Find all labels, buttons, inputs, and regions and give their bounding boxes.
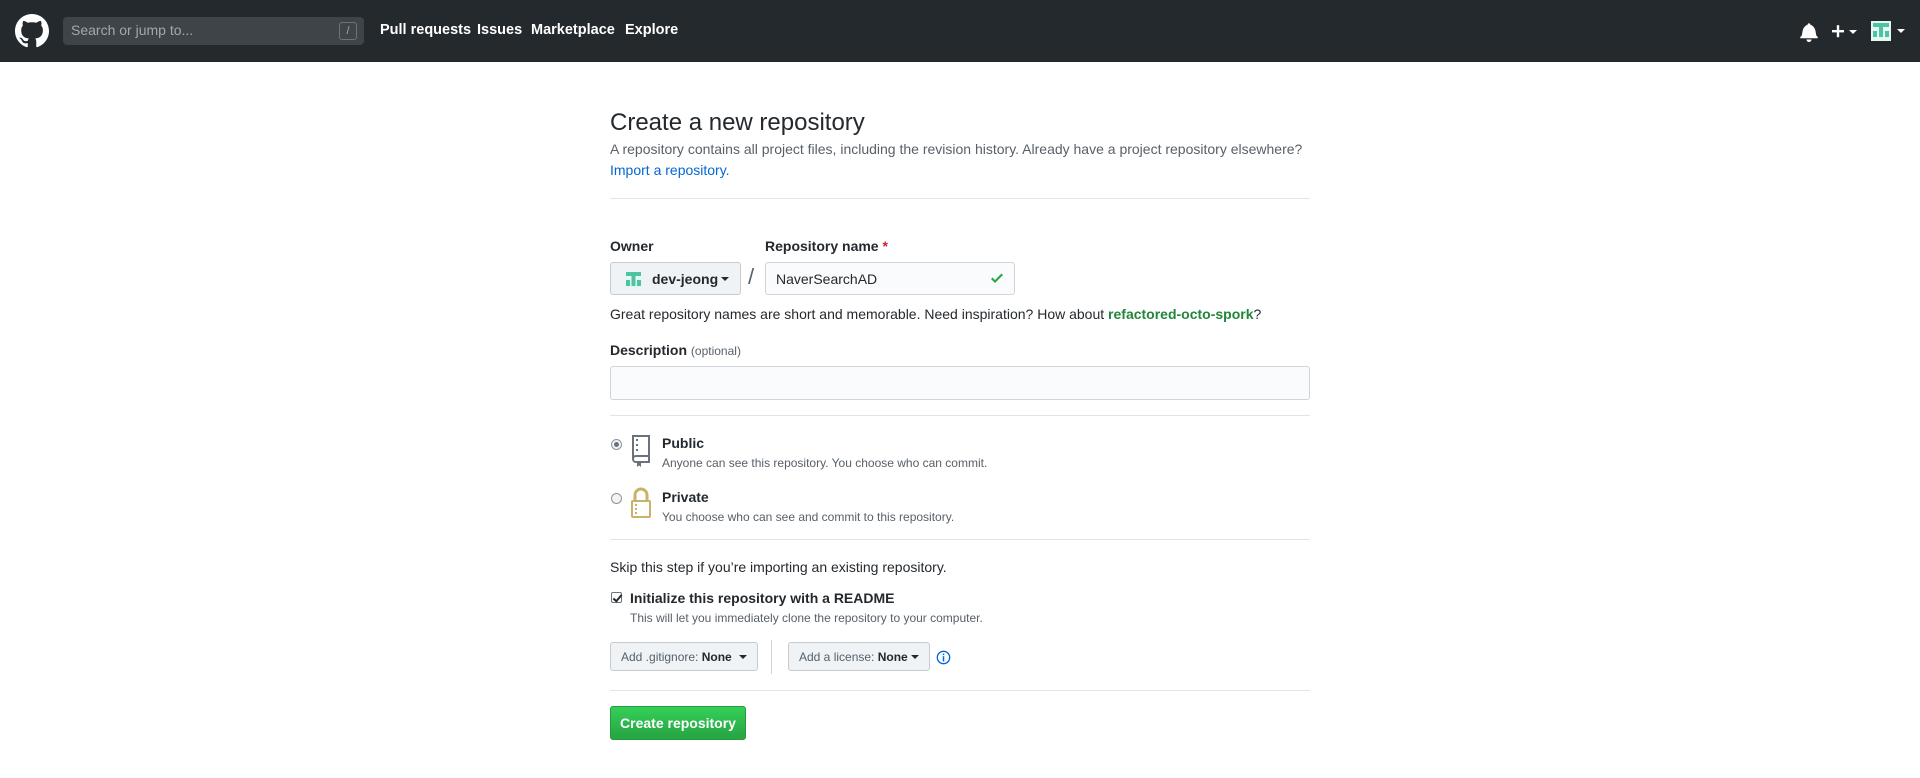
public-option-title: Public bbox=[662, 435, 705, 451]
page-subtitle: A repository contains all project files,… bbox=[610, 141, 1303, 157]
repo-name-label-text: Repository name bbox=[765, 238, 879, 254]
divider bbox=[610, 198, 1310, 199]
gitignore-select-label: Add .gitignore: bbox=[621, 650, 699, 664]
nav-marketplace[interactable]: Marketplace bbox=[531, 22, 615, 38]
public-option-description: Anyone can see this repository. You choo… bbox=[662, 456, 988, 470]
readme-description: This will let you immediately clone the … bbox=[630, 611, 983, 625]
license-select[interactable]: Add a license: None bbox=[788, 642, 930, 671]
required-mark: * bbox=[882, 238, 888, 254]
optional-tag: (optional) bbox=[690, 344, 741, 358]
hint-text: Great repository names are short and mem… bbox=[610, 306, 1109, 322]
skip-step-text: Skip this step if you’re importing an ex… bbox=[610, 559, 947, 575]
description-label: Description (optional) bbox=[610, 342, 741, 358]
search-placeholder: Search or jump to... bbox=[71, 22, 194, 38]
license-select-value: None bbox=[877, 650, 908, 664]
search-shortcut-key: / bbox=[339, 22, 357, 40]
description-label-text: Description bbox=[610, 342, 688, 358]
check-icon bbox=[991, 273, 1003, 283]
owner-select[interactable]: dev-jeong bbox=[610, 262, 741, 295]
owner-repo-separator: / bbox=[748, 264, 755, 289]
private-option-title: Private bbox=[662, 489, 709, 505]
repo-name-label: Repository name * bbox=[765, 238, 888, 254]
description-input[interactable] bbox=[610, 366, 1310, 400]
owner-label: Owner bbox=[610, 238, 654, 254]
repository-name-input[interactable] bbox=[765, 262, 1015, 295]
search-input[interactable]: Search or jump to... / bbox=[63, 17, 364, 45]
license-select-label: Add a license: bbox=[799, 650, 875, 664]
name-suggestion-hint: Great repository names are short and mem… bbox=[610, 306, 1261, 322]
divider bbox=[610, 539, 1310, 540]
divider bbox=[610, 690, 1310, 691]
page-title: Create a new repository bbox=[610, 109, 865, 136]
nav-explore[interactable]: Explore bbox=[625, 22, 678, 38]
private-option-description: You choose who can see and commit to thi… bbox=[662, 510, 955, 524]
public-radio[interactable] bbox=[611, 439, 622, 450]
suggested-name-link[interactable]: refactored-octo-spork bbox=[1108, 306, 1253, 322]
plus-icon[interactable] bbox=[1830, 22, 1860, 42]
chevron-down-icon bbox=[721, 277, 729, 281]
select-separator bbox=[771, 640, 772, 674]
gitignore-select[interactable]: Add .gitignore: None bbox=[610, 642, 758, 671]
chevron-down-icon bbox=[911, 655, 919, 659]
gitignore-select-value: None bbox=[701, 650, 732, 664]
owner-avatar bbox=[625, 271, 642, 288]
divider bbox=[610, 415, 1310, 416]
readme-checkbox[interactable] bbox=[611, 592, 622, 603]
private-radio[interactable] bbox=[611, 493, 622, 504]
hint-suffix: ? bbox=[1253, 306, 1262, 322]
lock-icon bbox=[631, 487, 651, 518]
github-logo-icon[interactable] bbox=[15, 14, 49, 48]
create-repository-button[interactable]: Create repository bbox=[610, 706, 746, 740]
nav-pull-requests[interactable]: Pull requests bbox=[380, 22, 471, 38]
nav-issues[interactable]: Issues bbox=[477, 22, 522, 38]
chevron-down-icon bbox=[739, 655, 747, 659]
repo-icon bbox=[632, 435, 650, 467]
bell-icon[interactable] bbox=[1800, 22, 1818, 42]
avatar[interactable] bbox=[1870, 20, 1908, 42]
owner-name: dev-jeong bbox=[652, 271, 719, 287]
import-repository-link[interactable]: Import a repository. bbox=[610, 162, 730, 178]
info-icon[interactable] bbox=[936, 650, 951, 665]
global-header: Search or jump to... / Pull requests Iss… bbox=[0, 0, 1920, 62]
readme-checkbox-label[interactable]: Initialize this repository with a README bbox=[630, 590, 894, 606]
